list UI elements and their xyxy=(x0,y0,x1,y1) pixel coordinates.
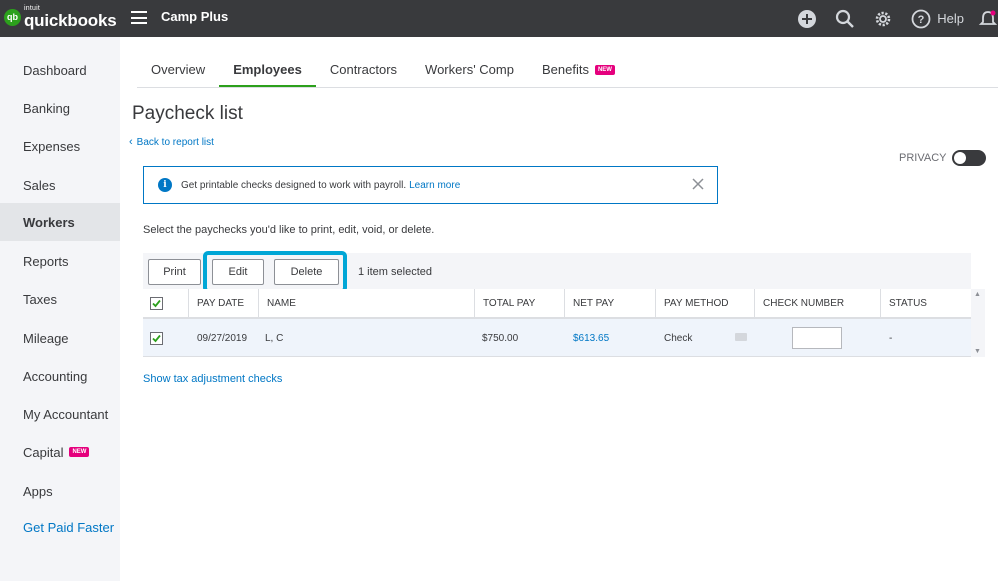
company-name: Camp Plus xyxy=(161,9,229,24)
envelope-icon xyxy=(735,333,747,341)
select-all-cell xyxy=(143,289,189,317)
sidebar-item-sales[interactable]: Sales xyxy=(0,166,120,204)
svg-text:?: ? xyxy=(918,14,925,26)
column-header-pay-method[interactable]: PAY METHOD xyxy=(656,289,728,317)
pay-method-cell: Check xyxy=(664,332,693,344)
info-banner: i Get printable checks designed to work … xyxy=(143,166,718,204)
privacy-label: PRIVACY xyxy=(899,152,947,164)
tab-contractors[interactable]: Contractors xyxy=(316,52,411,88)
check-number-input[interactable] xyxy=(792,327,842,349)
content-area xyxy=(120,153,998,581)
sidebar-item-dashboard[interactable]: Dashboard xyxy=(0,51,120,89)
name-cell: L, C xyxy=(265,332,284,344)
privacy-control: PRIVACY xyxy=(899,150,987,166)
new-badge: NEW xyxy=(69,447,90,457)
show-tax-adjustment-checks-link[interactable]: Show tax adjustment checks xyxy=(143,373,282,385)
pay-date-cell: 09/27/2019 xyxy=(197,332,248,344)
sidebar-item-reports[interactable]: Reports xyxy=(0,242,120,280)
table-scrollbar[interactable]: ▲ ▼ xyxy=(971,289,985,357)
tab-overview[interactable]: Overview xyxy=(137,52,219,88)
back-to-report-list-link[interactable]: ‹ Back to report list xyxy=(129,136,214,148)
sidebar-item-my-accountant[interactable]: My Accountant xyxy=(0,395,120,433)
workers-tabs: Overview Employees Contractors Workers' … xyxy=(137,52,629,88)
table-header: PAY DATE NAME TOTAL PAY NET PAY PAY METH… xyxy=(143,289,971,319)
page-title: Paycheck list xyxy=(132,103,243,124)
total-pay-cell: $750.00 xyxy=(482,332,519,344)
print-button[interactable]: Print xyxy=(148,259,201,285)
learn-more-link[interactable]: Learn more xyxy=(409,180,460,191)
row-checkbox-cell xyxy=(150,319,163,357)
quickbooks-logo[interactable]: qb intuit quickbooks xyxy=(4,5,117,30)
tabs-divider xyxy=(137,87,998,88)
hamburger-menu-icon[interactable] xyxy=(131,11,147,24)
new-badge: NEW xyxy=(594,65,615,75)
sidebar-item-banking[interactable]: Banking xyxy=(0,89,120,127)
sidebar-item-mileage[interactable]: Mileage xyxy=(0,319,120,357)
column-header-total-pay[interactable]: TOTAL PAY xyxy=(475,289,535,317)
status-cell: - xyxy=(889,332,893,344)
tab-employees[interactable]: Employees xyxy=(219,52,316,88)
plus-circle-icon[interactable] xyxy=(797,9,817,29)
sidebar-item-apps[interactable]: Apps xyxy=(0,472,120,510)
close-icon[interactable] xyxy=(691,177,705,191)
column-header-name[interactable]: NAME xyxy=(259,289,296,317)
sidebar-item-accounting[interactable]: Accounting xyxy=(0,357,120,395)
privacy-toggle[interactable] xyxy=(952,150,987,166)
column-header-status[interactable]: STATUS xyxy=(881,289,927,317)
column-header-pay-date[interactable]: PAY DATE xyxy=(189,289,244,317)
sidebar: Dashboard Banking Expenses Sales Workers… xyxy=(0,37,120,581)
help-icon[interactable]: ? xyxy=(911,9,931,29)
sidebar-item-workers[interactable]: Workers xyxy=(0,203,120,241)
bell-icon[interactable] xyxy=(978,9,998,29)
top-bar: qb intuit quickbooks Camp Plus ? Help xyxy=(0,0,998,37)
scroll-down-icon[interactable]: ▼ xyxy=(974,348,981,355)
tab-benefits[interactable]: Benefits NEW xyxy=(528,52,629,88)
tab-workers-comp[interactable]: Workers' Comp xyxy=(411,52,528,88)
qb-logo-icon: qb xyxy=(4,8,21,26)
banner-text: Get printable checks designed to work wi… xyxy=(181,179,407,191)
sidebar-item-capital[interactable]: Capital NEW xyxy=(0,433,120,471)
net-pay-link[interactable]: $613.65 xyxy=(573,319,609,357)
sidebar-item-expenses[interactable]: Expenses xyxy=(0,127,120,165)
sidebar-item-taxes[interactable]: Taxes xyxy=(0,280,120,318)
column-header-check-number[interactable]: CHECK NUMBER xyxy=(755,289,844,317)
info-icon: i xyxy=(158,178,172,192)
selected-count: 1 item selected xyxy=(358,266,432,278)
edit-delete-highlight xyxy=(203,251,347,293)
help-label[interactable]: Help xyxy=(937,11,964,26)
instructions-text: Select the paychecks you'd like to print… xyxy=(143,224,435,236)
search-icon[interactable] xyxy=(835,9,855,29)
chevron-left-icon: ‹ xyxy=(129,136,133,148)
column-header-net-pay[interactable]: NET PAY xyxy=(565,289,614,317)
row-checkbox[interactable] xyxy=(150,331,163,345)
table-row[interactable]: 09/27/2019 L, C $750.00 $613.65 Check - xyxy=(143,319,971,357)
select-all-checkbox[interactable] xyxy=(150,296,163,310)
gear-icon[interactable] xyxy=(873,9,893,29)
scroll-up-icon[interactable]: ▲ xyxy=(974,291,981,298)
logo-wordmark: quickbooks xyxy=(24,11,117,30)
sidebar-item-get-paid-faster[interactable]: Get Paid Faster xyxy=(0,508,120,546)
